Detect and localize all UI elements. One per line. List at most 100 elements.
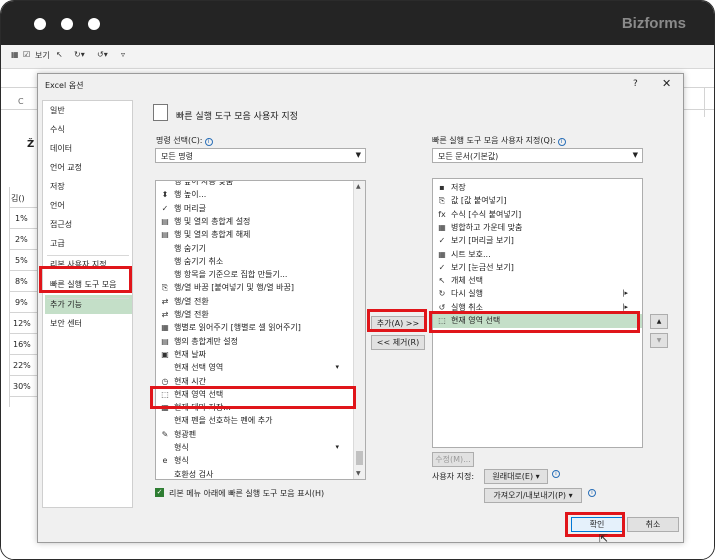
close-button[interactable]: ✕ [662, 77, 671, 90]
import-export-button[interactable]: 가져오기/내보내기(P) ▾ [484, 488, 582, 503]
sheet-cell[interactable]: 김() [11, 193, 25, 204]
command-icon: ⇄ [161, 296, 169, 306]
list-item[interactable]: ▤ 행의 총합계만 설정 [156, 335, 353, 349]
list-item[interactable]: ⬚ 현재 영역 선택 [433, 314, 642, 328]
select-objects-icon[interactable]: ↖ [56, 50, 63, 59]
list-item[interactable]: ✓ 행 머리글 [156, 202, 353, 216]
command-icon: ✓ [438, 236, 446, 246]
list-item[interactable]: 행 숨기기 [156, 242, 353, 256]
nav-item-general[interactable]: 일반 [50, 105, 65, 116]
nav-item-save[interactable]: 저장 [50, 181, 65, 192]
list-item[interactable]: 현재 펜을 선호하는 펜에 추가 [156, 414, 353, 428]
sheet-cell[interactable]: 22% [13, 361, 31, 370]
move-down-button[interactable]: ▼ [650, 333, 668, 348]
qat-view-label[interactable]: 보기 [35, 50, 50, 61]
list-item-label: 행 높이... [174, 190, 207, 200]
quick-access-toolbar: ▦ ☑ 보기 ↖ ↻▾ ↺▾ ▿ [1, 45, 714, 69]
section-title: 빠른 실행 도구 모음 사용자 지정 [176, 112, 298, 122]
sheet-cell[interactable]: 5% [15, 256, 28, 265]
info-icon: i [588, 489, 596, 497]
list-item[interactable]: fx 수식 [수식 붙여넣기] [433, 208, 642, 222]
list-item-label: 보기 [눈금선 보기] [451, 262, 514, 272]
list-item[interactable]: ⇄ 행/열 전환 [156, 295, 353, 309]
list-item-label: 현재 영역 선택 [174, 389, 224, 399]
sheet-cell[interactable]: 30% [13, 382, 31, 391]
list-item[interactable]: 현재 선택 영역 ▾ [156, 361, 353, 375]
nav-item-quick-access[interactable]: 빠른 실행 도구 모음 [50, 279, 117, 290]
list-item[interactable]: ↻ 다시 실행 |▸ [433, 287, 642, 301]
checkbox-icon[interactable]: ☑ [23, 50, 30, 59]
sheet-cell[interactable]: 16% [13, 340, 31, 349]
list-item[interactable]: ▤ 행 및 열의 총합계 해제 [156, 228, 353, 242]
sheet-cell[interactable]: 12% [13, 319, 31, 328]
list-item[interactable]: 호환성 검사 [156, 468, 353, 479]
undo-icon[interactable]: ↺▾ [97, 50, 108, 59]
info-icon: i [557, 138, 566, 146]
nav-item-ribbon[interactable]: 리본 사용자 지정 [50, 259, 107, 270]
list-item[interactable]: ✓ 보기 [눈금선 보기] [433, 261, 642, 275]
list-item[interactable]: ◷ 현재 시간 [156, 375, 353, 389]
list-item[interactable]: 행 숨기기 취소 [156, 255, 353, 269]
list-item[interactable]: ▤ 행 및 열의 총합계 설정 [156, 215, 353, 229]
excel-options-dialog: Excel 옵션 ? ✕ 일반 수식 데이터 언어 교정 저장 언어 접근성 고… [37, 73, 684, 543]
nav-item-accessibility[interactable]: 접근성 [50, 219, 72, 230]
list-item[interactable]: ▦ 현재 테마 저장... [156, 401, 353, 415]
list-item-label: 행별로 읽어주기 [행별로 셀 읽어주기] [174, 323, 301, 333]
nav-item-language[interactable]: 언어 [50, 200, 65, 211]
show-below-ribbon-checkbox[interactable]: ✓ [155, 488, 164, 497]
list-item[interactable]: ⇄ 행/열 전환 [156, 308, 353, 322]
list-item-label: 현재 시간 [174, 376, 206, 386]
sheet-cell[interactable]: 8% [15, 277, 28, 286]
nav-item-advanced[interactable]: 고급 [50, 238, 65, 249]
list-item[interactable]: 형식 ▾ [156, 441, 353, 455]
nav-item-proofing[interactable]: 언어 교정 [50, 162, 82, 173]
list-item[interactable]: ⬍ 행 높이... [156, 188, 353, 202]
help-button[interactable]: ? [633, 79, 638, 89]
command-icon: ▦ [161, 323, 169, 333]
list-item[interactable]: ⬚ 현재 영역 선택 [156, 388, 353, 402]
cancel-button[interactable]: 취소 [627, 517, 679, 532]
sheet-cell[interactable]: 9% [15, 298, 28, 307]
move-up-button[interactable]: ▲ [650, 314, 668, 329]
modify-button[interactable]: 수정(M)... [432, 452, 474, 467]
grid-icon[interactable]: ▦ [11, 50, 19, 59]
customize-target-dropdown[interactable]: 모든 문서(기본값) ▼ [432, 148, 643, 163]
reset-button[interactable]: 원래대로(E) ▾ [484, 469, 548, 484]
show-below-ribbon-label: 리본 메뉴 아래에 빠른 실행 도구 모음 표시(H) [169, 489, 325, 498]
options-nav: 일반 수식 데이터 언어 교정 저장 언어 접근성 고급 리본 사용자 지정 빠… [42, 100, 133, 508]
available-commands-list[interactable]: ▲ ▼ 행 높이 자동 맞춤 ⬍ 행 높이... ✓ 행 머리글 ▤ 행 및 열의 총합계 … [155, 180, 366, 480]
list-item[interactable]: ▦ 행별로 읽어주기 [행별로 셀 읽어주기] [156, 321, 353, 335]
add-button[interactable]: 추가(A) >> [371, 316, 425, 331]
command-icon: ▤ [161, 230, 169, 240]
command-icon [160, 244, 170, 254]
list-item[interactable]: 행 항목을 기준으로 집합 만들기... [156, 268, 353, 282]
list-item[interactable]: ⎘ 값 [값 붙여넣기] [433, 194, 642, 208]
mouse-cursor-icon: ⇱ [599, 532, 609, 545]
list-item[interactable]: ✓ 보기 [머리글 보기] [433, 234, 642, 248]
sheet-cell[interactable]: 2% [15, 235, 28, 244]
customize-qat-icon[interactable]: ▿ [121, 50, 125, 59]
remove-button[interactable]: << 제거(R) [371, 335, 425, 350]
nav-item-addins[interactable]: 추가 기능 [50, 299, 82, 310]
command-icon: ▦ [438, 249, 446, 259]
list-item[interactable]: ▦ 시트 보호... [433, 248, 642, 262]
list-item[interactable]: ✎ 형광펜 [156, 428, 353, 442]
list-item[interactable]: ⎘ 행/열 바꿈 [붙여넣기 및 행/열 바꿈] [156, 281, 353, 295]
list-item[interactable]: ▪ 저장 [433, 181, 642, 195]
list-item[interactable]: e 형식 [156, 454, 353, 468]
list-item[interactable]: ↺ 실행 취소 |▸ [433, 301, 642, 315]
nav-item-trust-center[interactable]: 보안 센터 [50, 318, 82, 329]
scrollbar[interactable]: ▲ ▼ [353, 181, 365, 479]
window-dot-icon [34, 18, 46, 30]
list-item[interactable]: ▣ 현재 날짜 [156, 348, 353, 362]
nav-item-data[interactable]: 데이터 [50, 143, 72, 154]
ok-button[interactable]: 확인 [571, 517, 623, 532]
list-item-label: 행/열 전환 [174, 296, 209, 306]
nav-item-formulas[interactable]: 수식 [50, 124, 65, 135]
redo-icon[interactable]: ↻▾ [74, 50, 85, 59]
list-item[interactable]: ↖ 개체 선택 [433, 274, 642, 288]
command-dropdown[interactable]: 모든 명령 ▼ [155, 148, 366, 163]
toolbar-commands-list[interactable]: ▪ 저장 ⎘ 값 [값 붙여넣기] fx 수식 [수식 붙여넣기] ▦ 병합하고 가운데 맞춤… [432, 178, 643, 448]
sheet-cell[interactable]: 1% [15, 214, 28, 223]
list-item[interactable]: ▦ 병합하고 가운데 맞춤 [433, 221, 642, 235]
